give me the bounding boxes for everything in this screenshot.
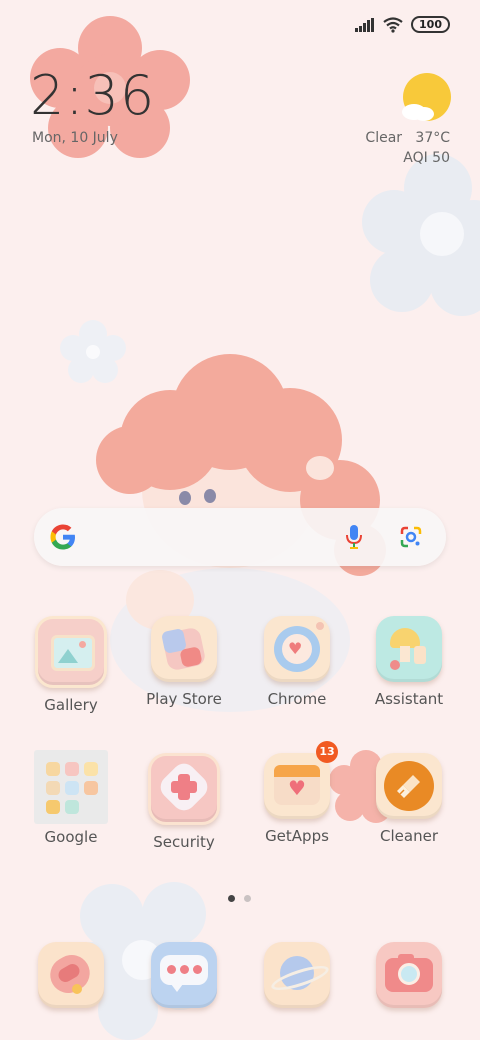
google-folder-label: Google — [44, 828, 98, 846]
phone-icon — [38, 942, 104, 1008]
assistant-label: Assistant — [374, 690, 444, 708]
signal-icon — [355, 17, 375, 32]
messages-icon — [151, 942, 217, 1008]
gallery-icon — [35, 616, 107, 688]
cleaner-label: Cleaner — [380, 827, 438, 845]
white-flower-decoration — [362, 154, 480, 316]
weather-condition: Clear — [365, 130, 403, 146]
google-search-bar[interactable] — [34, 508, 446, 566]
play-store-label: Play Store — [146, 690, 222, 708]
getapps-label: GetApps — [265, 827, 329, 845]
gallery-label: Gallery — [44, 696, 98, 714]
play-store-icon — [151, 616, 217, 682]
page-dot-1 — [228, 895, 235, 902]
camera-icon — [376, 942, 442, 1008]
clock-date[interactable]: Mon, 10 July — [32, 130, 118, 146]
chrome-label: Chrome — [267, 690, 327, 708]
chrome-icon: ♥ — [264, 616, 330, 682]
status-bar: 100 — [355, 16, 450, 33]
app-security[interactable]: Security — [134, 753, 234, 851]
getapps-notification-badge: 13 — [316, 741, 338, 763]
assistant-icon — [376, 616, 442, 682]
microphone-icon[interactable] — [345, 524, 363, 550]
clock-time[interactable]: 2:36 — [30, 66, 155, 126]
google-lens-icon[interactable] — [399, 525, 423, 549]
dock-browser[interactable] — [247, 942, 347, 1008]
app-gallery[interactable]: Gallery — [21, 616, 121, 714]
wifi-icon — [383, 16, 403, 33]
security-label: Security — [153, 833, 215, 851]
dock-camera[interactable] — [359, 942, 459, 1008]
sun-cloud-icon[interactable] — [400, 72, 452, 124]
dock-messages[interactable] — [134, 942, 234, 1008]
page-dot-2 — [244, 895, 251, 902]
weather-temperature: 37°C — [415, 130, 450, 146]
dock-phone[interactable] — [21, 942, 121, 1008]
getapps-icon: ♥ 13 — [264, 741, 338, 819]
browser-icon — [264, 942, 332, 1008]
cleaner-icon — [376, 753, 442, 819]
security-icon — [148, 753, 220, 825]
weather-widget[interactable]: Clear 37°C AQI 50 — [365, 128, 450, 168]
app-assistant[interactable]: Assistant — [359, 616, 459, 708]
app-play-store[interactable]: Play Store — [134, 616, 234, 708]
app-chrome[interactable]: ♥ Chrome — [247, 616, 347, 708]
google-folder-icon — [34, 750, 108, 824]
app-cleaner[interactable]: Cleaner — [359, 753, 459, 845]
battery-indicator: 100 — [411, 16, 450, 33]
google-logo-icon — [50, 524, 75, 550]
app-getapps[interactable]: ♥ 13 GetApps — [247, 741, 347, 845]
weather-aqi: AQI 50 — [403, 150, 450, 166]
folder-google[interactable]: Google — [21, 750, 121, 846]
page-indicator[interactable] — [228, 895, 251, 902]
